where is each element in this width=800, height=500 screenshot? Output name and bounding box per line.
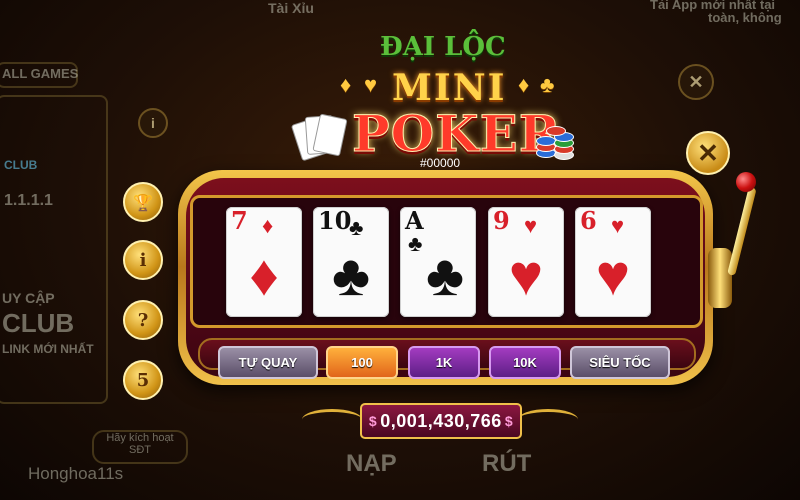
- card-2-suit-small: ♣: [349, 215, 364, 240]
- card-5: 6 ♥ ♥: [575, 207, 651, 317]
- bg-truy-cap: UY CẬP: [2, 290, 55, 306]
- info-button[interactable]: i: [123, 240, 163, 280]
- card-4: 9 ♥ ♥: [488, 207, 564, 317]
- club-icon: ♣: [540, 72, 555, 97]
- card-3-rank: A: [405, 206, 424, 235]
- help-button[interactable]: ?: [123, 300, 163, 340]
- nap-button[interactable]: NẠP: [346, 450, 397, 478]
- dailoc-logo: ĐẠI LỘC: [380, 32, 506, 62]
- jackpot-wing-right: [518, 409, 578, 430]
- auto-spin-button[interactable]: TỰ QUAY: [218, 346, 318, 379]
- mini-title: MINI: [392, 67, 507, 109]
- bg-left-number: 1.1.1.1: [4, 192, 53, 209]
- jackpot-display: $ 0,001,430,766 $: [360, 403, 522, 439]
- card-3: A ♣ ♣: [400, 207, 476, 317]
- trophy-icon: 🏆: [133, 192, 153, 212]
- turbo-button[interactable]: SIÊU TỐC: [570, 346, 670, 379]
- bg-club-big: CLUB: [2, 308, 75, 338]
- bet-1k-button[interactable]: 1K: [408, 346, 480, 379]
- lever-base: [708, 248, 732, 308]
- card-2: 10 ♣ ♣: [313, 207, 389, 317]
- activate-phone-label: Hãy kích hoạt SĐT: [106, 432, 174, 456]
- rut-button[interactable]: RÚT: [482, 450, 531, 478]
- help-icon: ?: [137, 309, 149, 331]
- chips-icon: [536, 118, 586, 168]
- diamond-icon-right: ♦: [518, 72, 530, 97]
- card-1-suit-icon: ♦: [249, 243, 279, 308]
- bg-club-small: CLUB: [4, 158, 38, 172]
- diamond-icon: ♦: [340, 72, 352, 97]
- history-button[interactable]: 5: [123, 360, 163, 400]
- bet-100-button[interactable]: 100: [326, 346, 398, 379]
- card-1: 7 ♦ ♦: [226, 207, 302, 317]
- jackpot-wing-left: [302, 409, 362, 430]
- bg-top-right-text-2: toàn, không: [708, 10, 782, 25]
- bet-10k-button[interactable]: 10K: [489, 346, 561, 379]
- jackpot-value: 0,001,430,766: [380, 410, 502, 431]
- lever-knob[interactable]: [736, 172, 756, 192]
- close-icon: ✕: [697, 137, 719, 168]
- trophy-button[interactable]: 🏆: [123, 182, 163, 222]
- card-3-suit-icon: ♣: [425, 243, 465, 308]
- bg-close-icon: ✕: [678, 64, 714, 100]
- card-4-suit-icon: ♥: [508, 243, 544, 308]
- card-1-rank: 7: [231, 206, 248, 235]
- card-5-rank: 6: [580, 206, 597, 235]
- all-games-label: ALL GAMES: [2, 66, 79, 81]
- bg-left-panel: [0, 95, 108, 404]
- card-5-suit-small: ♥: [611, 213, 625, 238]
- session-id: #00000: [420, 156, 461, 170]
- bg-tai-xiu-label: Tài Xỉu: [268, 0, 314, 16]
- poker-title: POKER: [351, 104, 562, 164]
- jackpot-currency-left: $: [368, 413, 378, 429]
- bg-link-moi: LINK MỚI NHẤT: [2, 342, 94, 356]
- info-icon: i: [139, 249, 147, 271]
- card-4-suit-small: ♥: [524, 213, 538, 238]
- username: Honghoa11s: [28, 464, 124, 483]
- cards-fan-icon: [290, 112, 348, 162]
- close-button[interactable]: ✕: [686, 131, 730, 175]
- card-4-rank: 9: [493, 206, 510, 235]
- bg-info-icon: i: [138, 108, 168, 138]
- card-5-suit-icon: ♥: [595, 243, 631, 308]
- card-2-rank: 10: [318, 206, 352, 235]
- card-1-suit-small: ♦: [262, 213, 274, 238]
- jackpot-currency-right: $: [504, 413, 514, 429]
- heart-icon: ♥: [364, 72, 378, 97]
- history-icon: 5: [136, 369, 150, 391]
- card-2-suit-icon: ♣: [331, 243, 371, 308]
